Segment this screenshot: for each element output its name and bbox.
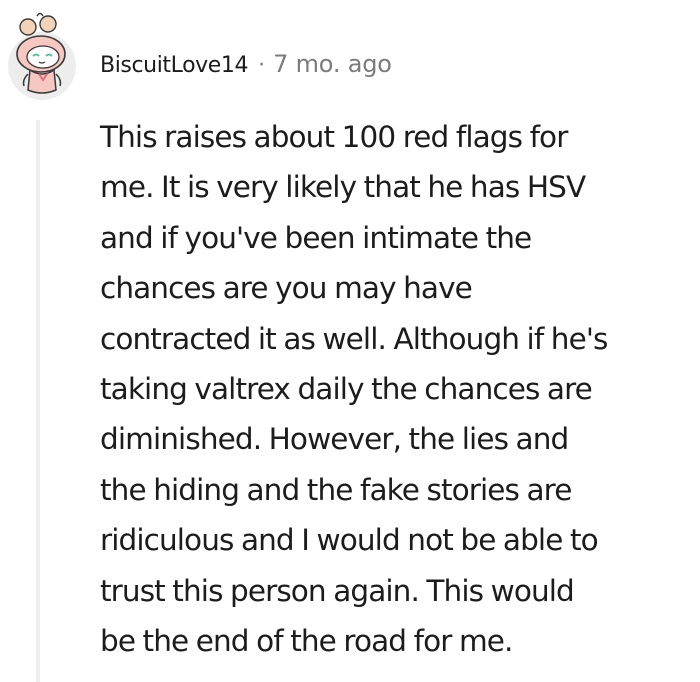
comment-text-line: be the end of the road for me.: [100, 624, 513, 659]
comment-text-line: me. It is very likely that he has HSV: [100, 170, 586, 205]
comment-text-line: This raises about 100 red flags for: [100, 120, 568, 154]
username-link[interactable]: BiscuitLove14: [100, 53, 249, 78]
thread-line[interactable]: [36, 120, 40, 682]
comment-text-line: the hiding and the fake stories are: [100, 472, 572, 507]
user-avatar[interactable]: [6, 10, 78, 102]
meta-separator: ·: [258, 53, 266, 78]
comment-text-line: chances are you may have: [100, 271, 473, 306]
timestamp-link[interactable]: 7 mo. ago: [273, 50, 392, 78]
comment-body: This raises about 100 red flags for me. …: [100, 112, 700, 666]
comment-meta: BiscuitLove14 · 7 mo. ago: [100, 50, 392, 78]
comment: BiscuitLove14 · 7 mo. ago This raises ab…: [0, 0, 700, 682]
snoo-avatar-icon: [8, 12, 76, 100]
comment-text-line: ridiculous and I would not be able to: [100, 523, 599, 558]
comment-text-line: contracted it as well. Although if he's: [100, 321, 608, 356]
comment-text-line: and if you've been intimate the: [100, 220, 532, 255]
comment-text-line: taking valtrex daily the chances are: [100, 372, 593, 407]
comment-text-line: trust this person again. This would: [100, 573, 575, 608]
comment-text-line: diminished. However, the lies and: [100, 422, 569, 457]
